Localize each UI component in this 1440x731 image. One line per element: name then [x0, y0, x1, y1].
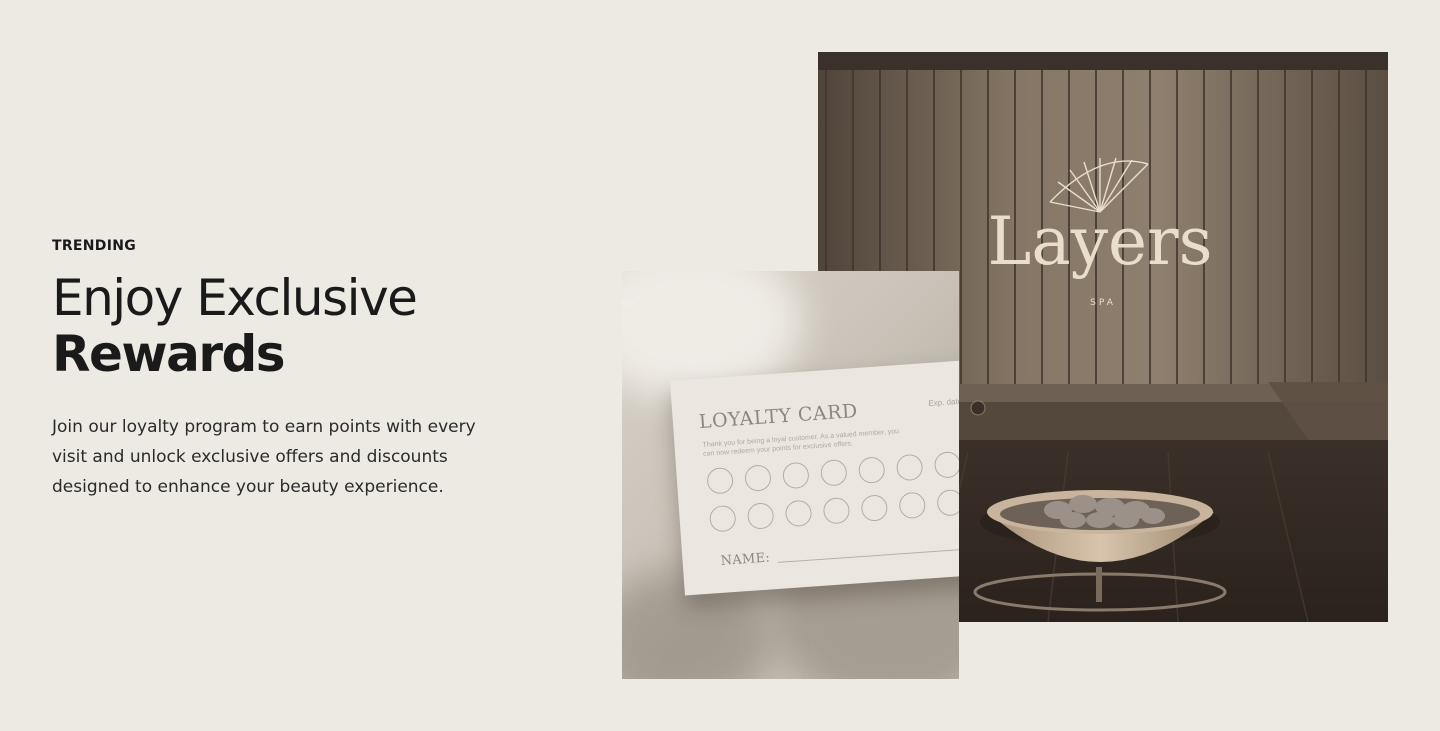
stamp-circle	[708, 504, 737, 533]
card-exp-date: Exp. date	[928, 396, 959, 409]
stamp-circle	[933, 450, 959, 479]
headline-bold: Rewards	[52, 325, 286, 383]
section-description: Join our loyalty program to earn points …	[52, 417, 476, 497]
stamp-circle	[706, 466, 734, 495]
stamp-circle	[782, 461, 810, 490]
promo-text-block: TRENDING Enjoy Exclusive Rewards Join ou…	[52, 236, 512, 502]
stamp-circle	[860, 494, 889, 522]
stamp-circle	[857, 456, 886, 485]
stamp-circle	[819, 458, 848, 487]
card-name-line	[777, 547, 959, 563]
card-name-label: NAME:	[720, 550, 771, 569]
loyalty-card-image: RD LOYALTY CARD Exp. date Thank you for …	[622, 271, 959, 679]
card-title: LOYALTY CARD	[698, 400, 859, 434]
edge-text: RD	[622, 299, 634, 308]
card-description: Thank you for being a loyal customer. As…	[702, 428, 900, 458]
headline-light: Enjoy Exclusive	[52, 269, 418, 327]
stamp-circle	[784, 499, 813, 528]
stamp-circle	[898, 491, 927, 520]
spa-logo-subtext: SPA	[1090, 298, 1116, 308]
stamp-circle	[936, 488, 959, 517]
loyalty-card: LOYALTY CARD Exp. date Thank you for bei…	[670, 360, 959, 596]
section-eyebrow: TRENDING	[52, 238, 137, 254]
stamp-circle	[822, 496, 851, 525]
stamp-circle	[895, 453, 924, 482]
section-headline: Enjoy Exclusive Rewards	[52, 270, 512, 382]
stamp-circle	[744, 464, 772, 492]
spa-logo-text: Layers	[988, 203, 1213, 280]
stamp-grid	[706, 450, 959, 533]
stamp-circle	[746, 502, 775, 530]
